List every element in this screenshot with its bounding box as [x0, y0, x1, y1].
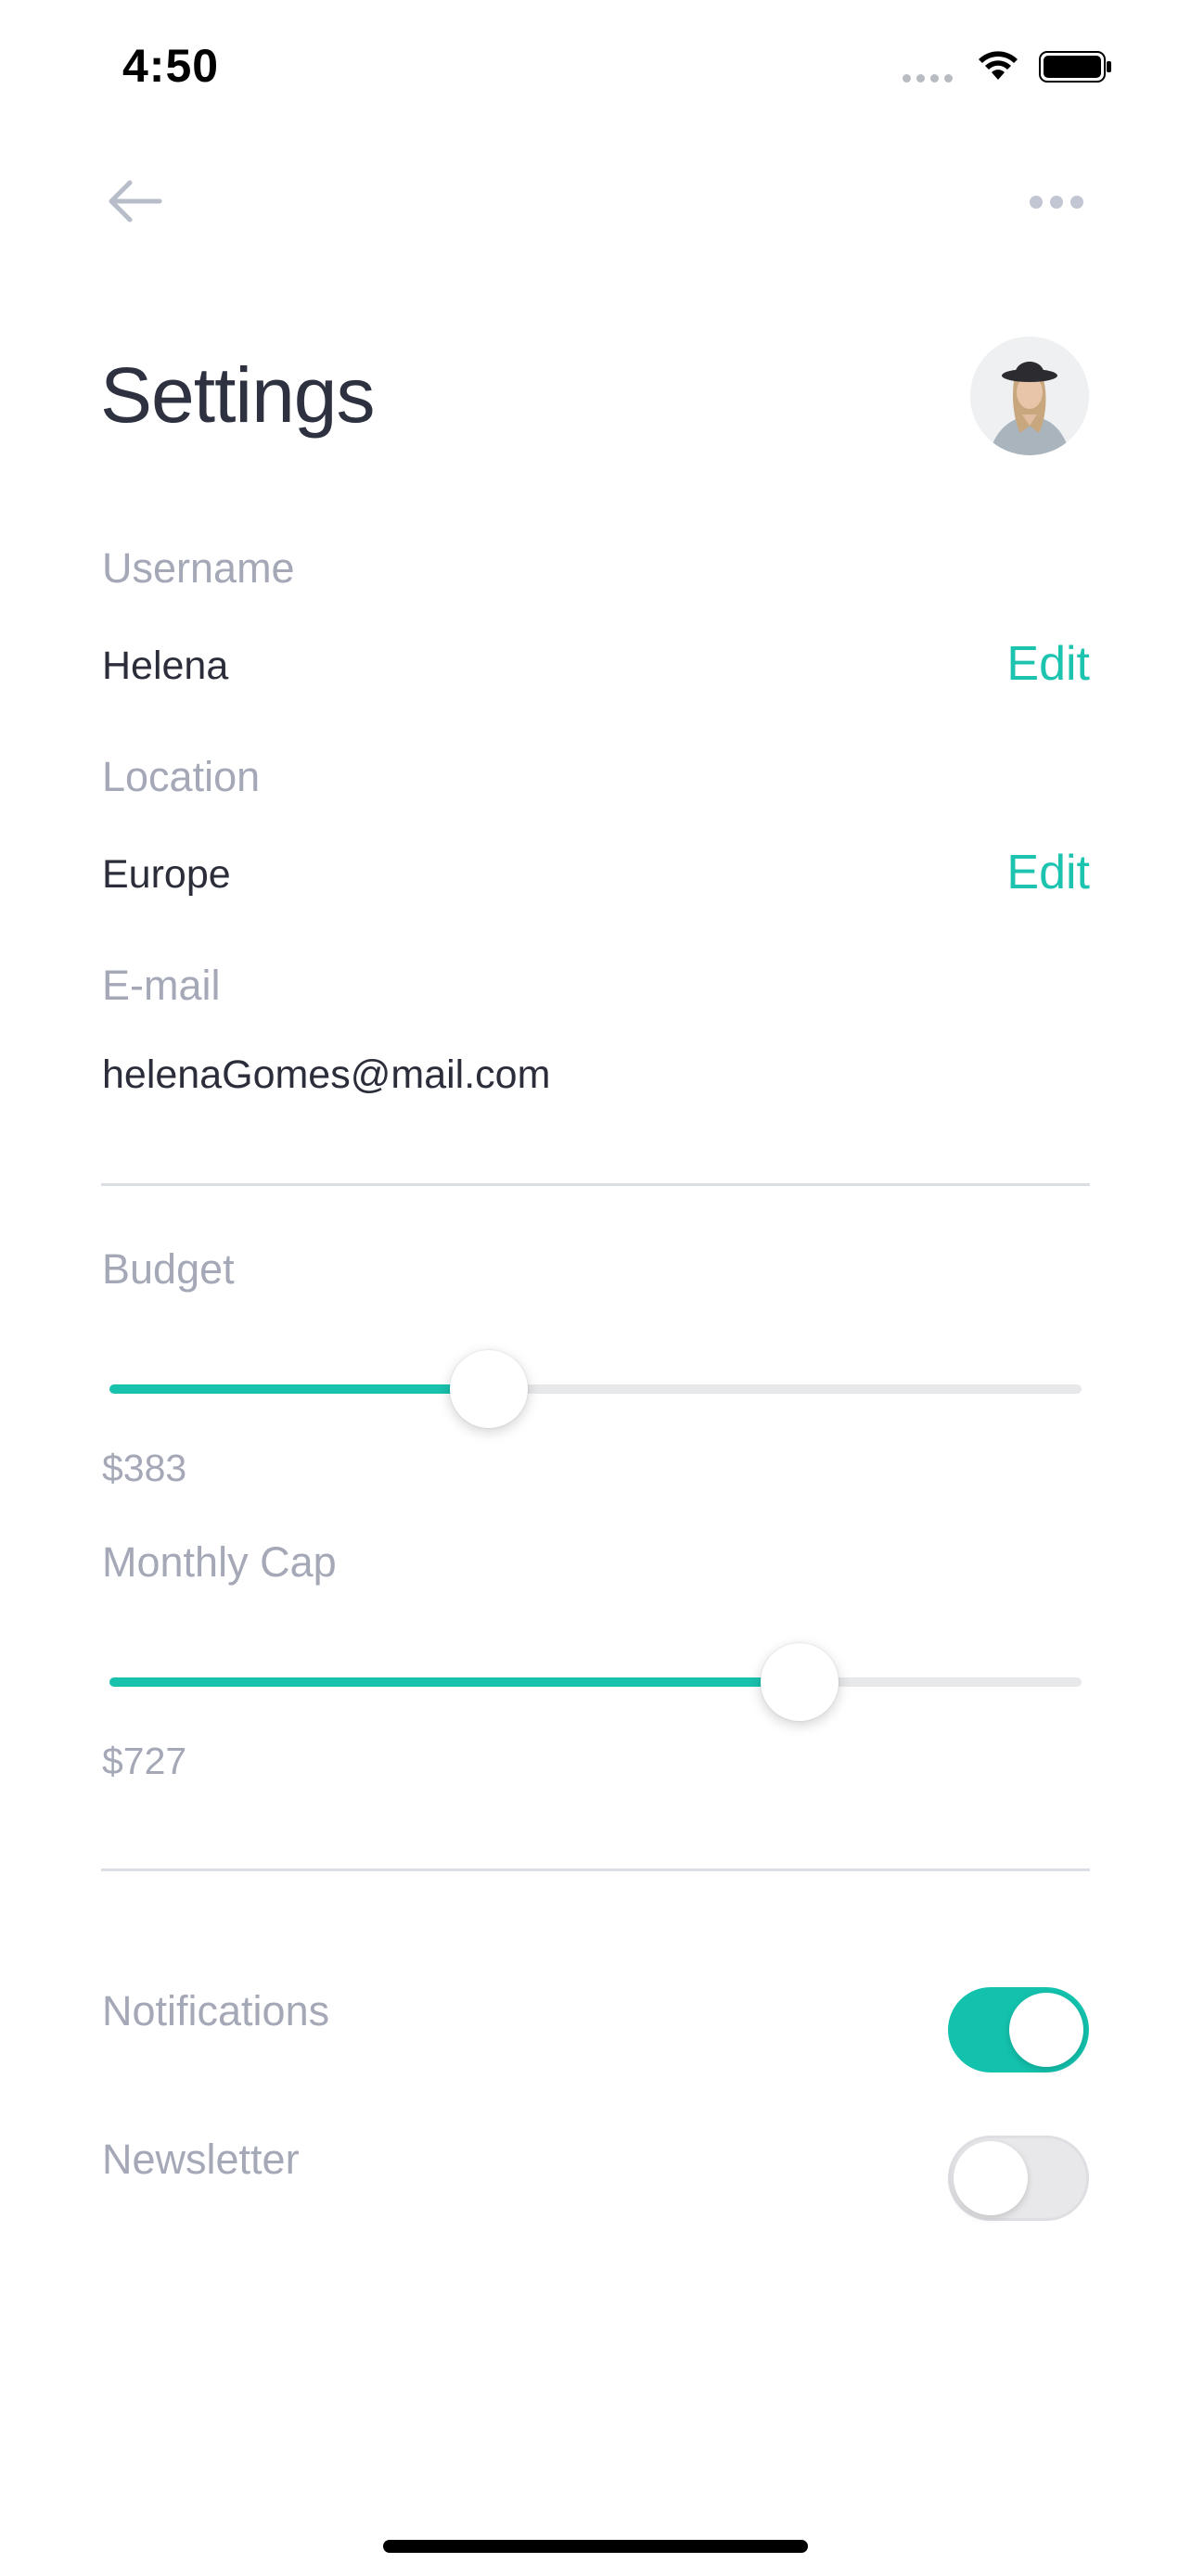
notifications-label: Notifications — [102, 1987, 330, 2034]
cellular-signal-icon — [903, 74, 958, 85]
notifications-toggle-knob — [1009, 1993, 1083, 2067]
monthly-cap-slider-fill — [109, 1677, 800, 1687]
username-value: Helena — [102, 644, 229, 688]
notifications-toggle[interactable] — [948, 1987, 1089, 2072]
location-label: Location — [102, 753, 261, 800]
budget-slider-thumb[interactable] — [450, 1350, 528, 1428]
status-time: 4:50 — [122, 40, 220, 92]
battery-icon — [1039, 51, 1111, 83]
username-label: Username — [102, 544, 295, 592]
newsletter-toggle[interactable] — [948, 2136, 1089, 2221]
budget-slider[interactable] — [109, 1350, 1082, 1428]
location-value: Europe — [102, 852, 231, 897]
wifi-icon — [979, 51, 1018, 80]
budget-label: Budget — [102, 1245, 235, 1293]
page-title: Settings — [100, 351, 376, 439]
newsletter-label: Newsletter — [102, 2136, 300, 2183]
section-divider — [101, 1183, 1090, 1186]
avatar-photo — [970, 337, 1089, 455]
home-indicator — [383, 2540, 808, 2553]
monthly-cap-value: $727 — [102, 1740, 187, 1782]
monthly-cap-slider-thumb[interactable] — [761, 1643, 839, 1721]
monthly-cap-slider[interactable] — [109, 1643, 1082, 1721]
budget-slider-fill — [109, 1384, 489, 1394]
back-arrow-icon[interactable] — [106, 178, 163, 224]
avatar[interactable] — [970, 337, 1089, 455]
monthly-cap-label: Monthly Cap — [102, 1538, 337, 1586]
email-label: E-mail — [102, 962, 221, 1009]
email-value: helenaGomes@mail.com — [102, 1052, 551, 1097]
section-divider — [101, 1868, 1090, 1871]
more-options-icon[interactable] — [1030, 193, 1091, 211]
newsletter-toggle-knob — [954, 2141, 1028, 2215]
edit-location-button[interactable]: Edit — [1006, 845, 1090, 900]
edit-username-button[interactable]: Edit — [1006, 636, 1090, 692]
budget-value: $383 — [102, 1447, 187, 1489]
